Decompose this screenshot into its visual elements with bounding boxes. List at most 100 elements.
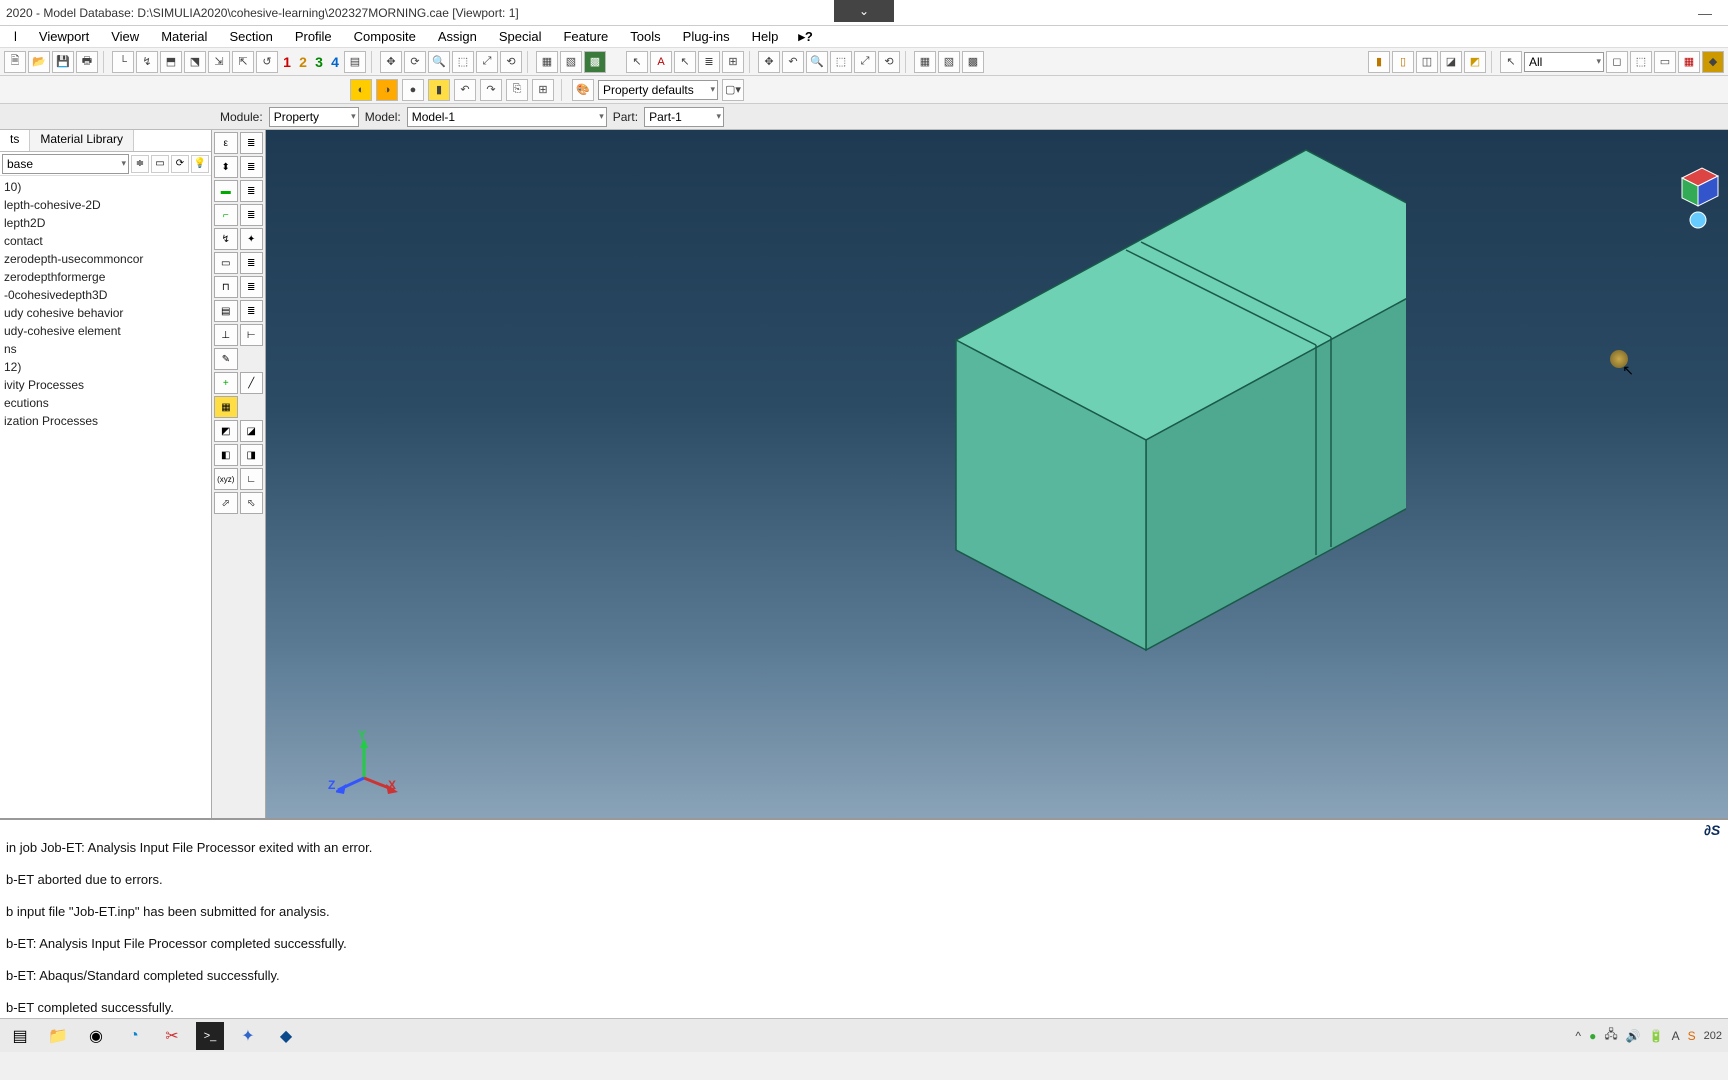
csys-button-7[interactable]: ↺ — [256, 51, 278, 73]
tree-item[interactable]: udy cohesive behavior — [4, 304, 207, 322]
pick-button[interactable]: ↖ — [674, 51, 696, 73]
tool-stringer[interactable]: ⊓ — [214, 276, 238, 298]
pan-button[interactable]: ✥ — [380, 51, 402, 73]
color-button-4[interactable]: ▮ — [428, 79, 450, 101]
dg-button-2[interactable]: ⬚ — [1630, 51, 1652, 73]
titlebar-dropdown-pill[interactable]: ⌄ — [834, 0, 894, 22]
tray-app-icon[interactable]: S — [1688, 1029, 1696, 1043]
model-combo[interactable]: Model-1 — [407, 107, 607, 127]
viewport[interactable]: Y X Z ↖ — [266, 130, 1728, 818]
view-2-button[interactable]: 2 — [296, 54, 310, 70]
tree-item[interactable]: lepth2D — [4, 214, 207, 232]
undo-button[interactable]: ↶ — [782, 51, 804, 73]
perspective-button[interactable]: ▤ — [344, 51, 366, 73]
view-3-button[interactable]: 3 — [312, 54, 326, 70]
box-dropdown-button[interactable]: ▢▾ — [722, 79, 744, 101]
task-view-icon[interactable]: ▤ — [6, 1022, 34, 1050]
view-4-button[interactable]: 4 — [328, 54, 342, 70]
menu-viewport[interactable]: Viewport — [31, 29, 97, 44]
csys-button-3[interactable]: ⬒ — [160, 51, 182, 73]
terminal-icon[interactable]: >_ — [196, 1022, 224, 1050]
message-area[interactable]: ∂Sin job Job-ET: Analysis Input File Pro… — [0, 818, 1728, 1018]
tree-item[interactable]: udy-cohesive element — [4, 322, 207, 340]
csys-button-1[interactable]: └ — [112, 51, 134, 73]
render-shaded-button[interactable]: ▦ — [536, 51, 558, 73]
color-button-2[interactable]: ◑ — [376, 79, 398, 101]
tree-item[interactable]: ecutions — [4, 394, 207, 412]
abaqus-icon[interactable]: ◆ — [272, 1022, 300, 1050]
menu-view[interactable]: View — [103, 29, 147, 44]
menu-plugins[interactable]: Plug-ins — [675, 29, 738, 44]
tree-item[interactable]: ization Processes — [4, 412, 207, 430]
property-defaults-combo[interactable]: Property defaults — [598, 80, 718, 100]
tab-results[interactable]: ts — [0, 130, 30, 151]
tool-cut-3[interactable]: ◧ — [214, 444, 238, 466]
box-button-3[interactable]: ◩ — [1464, 51, 1486, 73]
tool-query-2[interactable]: ⬁ — [240, 492, 264, 514]
tool-cut-2[interactable]: ◪ — [240, 420, 264, 442]
save-button[interactable]: 💾 — [52, 51, 74, 73]
edge-icon[interactable]: ◔ — [120, 1022, 148, 1050]
tool-create-material[interactable]: ε — [214, 132, 238, 154]
csys-button-4[interactable]: ⬔ — [184, 51, 206, 73]
tray-battery-icon[interactable]: 🔋 — [1649, 1029, 1664, 1043]
menu-composite[interactable]: Composite — [346, 29, 424, 44]
auto-fit-button[interactable]: ⤢ — [854, 51, 876, 73]
tray-network-icon[interactable]: 🖧 — [1604, 1025, 1617, 1046]
annotation-button[interactable]: A — [650, 51, 672, 73]
dg-button-1[interactable]: ◻ — [1606, 51, 1628, 73]
menu-help[interactable]: Help — [744, 29, 787, 44]
mesh-button-2[interactable]: ▧ — [938, 51, 960, 73]
selection-filter-combo[interactable]: All — [1524, 52, 1604, 72]
tool-cut-4[interactable]: ◨ — [240, 444, 264, 466]
tree-filter-btn-2[interactable]: ▭ — [151, 155, 169, 173]
tool-cut-1[interactable]: ◩ — [214, 420, 238, 442]
tree-item[interactable]: lepth-cohesive-2D — [4, 196, 207, 214]
new-button[interactable]: 🗎 — [4, 51, 26, 73]
copy-button[interactable]: ⎘ — [506, 79, 528, 101]
snip-icon[interactable]: ✂ — [158, 1022, 186, 1050]
tool-orientation-manager[interactable]: ✦ — [240, 228, 264, 250]
zoom-button[interactable]: 🔍 — [428, 51, 450, 73]
tool-xyz[interactable]: (xyz) — [214, 468, 238, 490]
tool-composite-layup[interactable]: ▤ — [214, 300, 238, 322]
print-button[interactable]: 🖶 — [76, 51, 98, 73]
csys-button-6[interactable]: ⇱ — [232, 51, 254, 73]
context-help-icon[interactable]: ▸? — [798, 29, 812, 45]
tree-item[interactable]: zerodepthformerge — [4, 268, 207, 286]
tool-datum-plus[interactable]: + — [214, 372, 238, 394]
field-button[interactable]: ⊞ — [722, 51, 744, 73]
render-hidden-button[interactable]: ▩ — [584, 51, 606, 73]
menu-special[interactable]: Special — [491, 29, 550, 44]
open-button[interactable]: 📂 — [28, 51, 50, 73]
tree-item[interactable]: contact — [4, 232, 207, 250]
redo-button-2[interactable]: ↷ — [480, 79, 502, 101]
dg-button-3[interactable]: ▭ — [1654, 51, 1676, 73]
zoom-in-button[interactable]: 🔍 — [806, 51, 828, 73]
paste-button[interactable]: ⊞ — [532, 79, 554, 101]
dg-button-4[interactable]: ▦ — [1678, 51, 1700, 73]
fit-button[interactable]: ⤢ — [476, 51, 498, 73]
move-button[interactable]: ✥ — [758, 51, 780, 73]
menu-feature[interactable]: Feature — [555, 29, 616, 44]
tool-beam-section[interactable]: ⊥ — [214, 324, 238, 346]
tree-item[interactable]: zerodepth-usecommoncor — [4, 250, 207, 268]
tray-weather-icon[interactable]: ● — [1589, 1029, 1596, 1043]
tree-list[interactable]: 10) lepth-cohesive-2D lepth2D contact ze… — [0, 176, 211, 818]
tool-edit[interactable]: ✎ — [214, 348, 238, 370]
csys-button-2[interactable]: ↯ — [136, 51, 158, 73]
tool-skin[interactable]: ▭ — [214, 252, 238, 274]
menu-file[interactable]: l — [6, 29, 25, 44]
tool-section-assign-manager[interactable]: ≣ — [240, 180, 264, 202]
box-button-2[interactable]: ◪ — [1440, 51, 1462, 73]
tool-csys[interactable]: ∟ — [240, 468, 264, 490]
view-cube[interactable] — [1672, 160, 1722, 230]
color-button-3[interactable]: ● — [402, 79, 424, 101]
tree-filter-btn-1[interactable]: ≑ — [131, 155, 149, 173]
tool-stringer-manager[interactable]: ≣ — [240, 276, 264, 298]
tray-volume-icon[interactable]: 🔊 — [1626, 1029, 1641, 1043]
tool-beam-manager[interactable]: ⊢ — [240, 324, 264, 346]
tool-material-manager[interactable]: ≣ — [240, 132, 264, 154]
undo-button-2[interactable]: ↶ — [454, 79, 476, 101]
color-button-1[interactable]: ◐ — [350, 79, 372, 101]
